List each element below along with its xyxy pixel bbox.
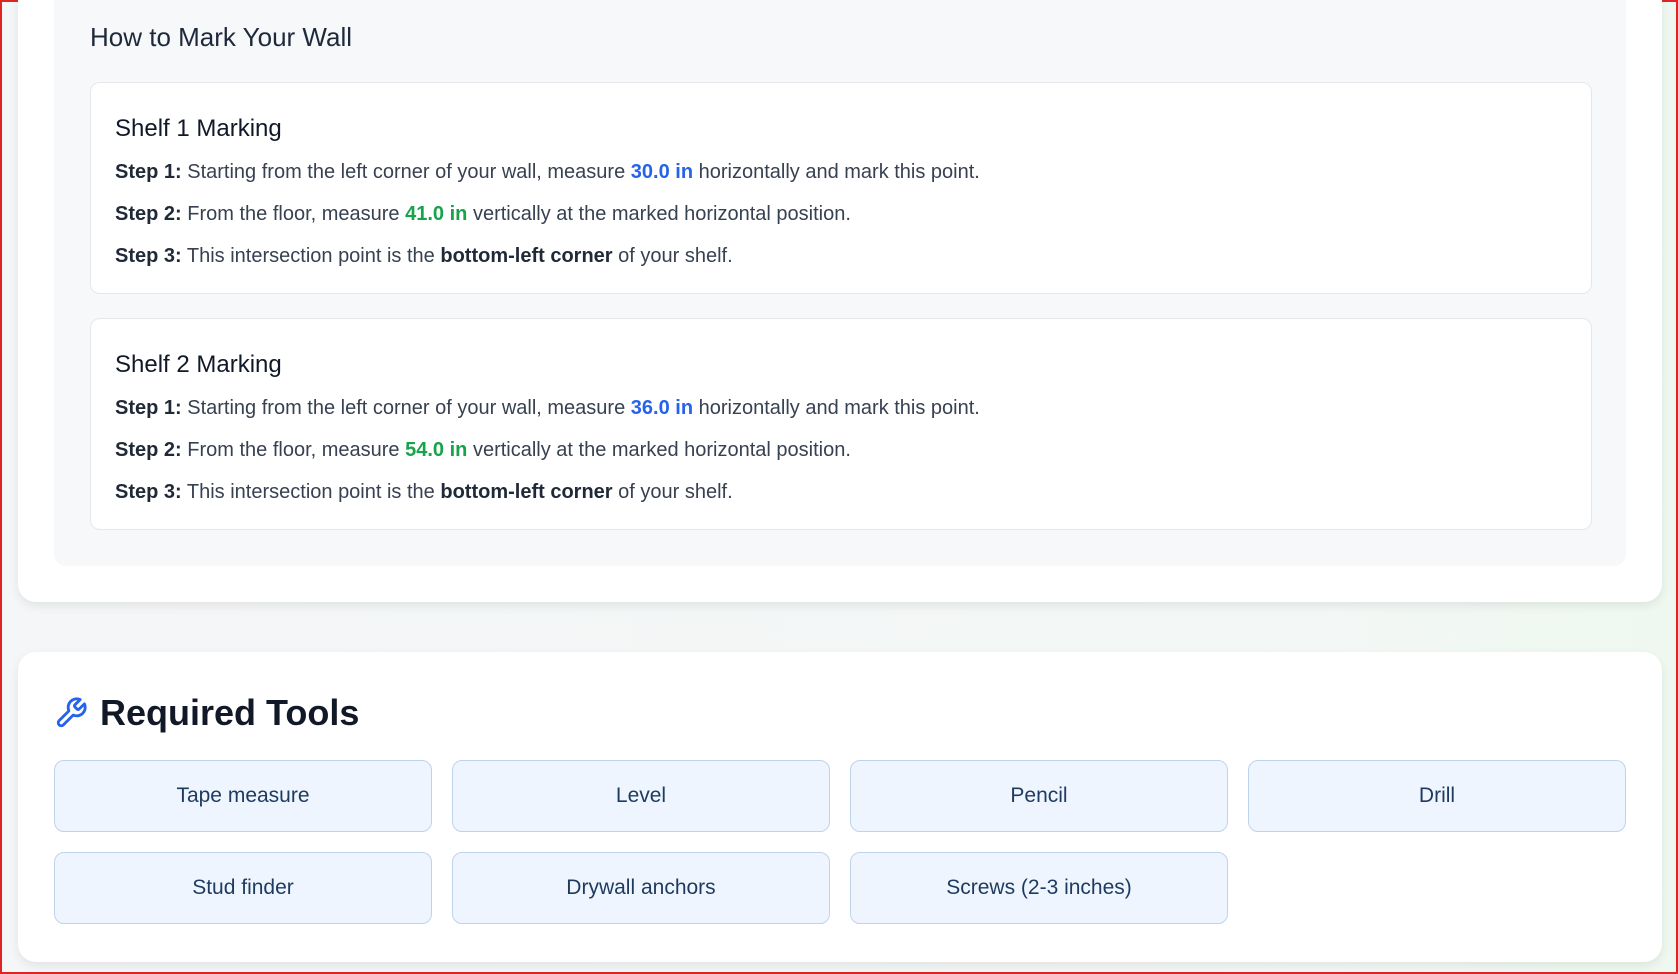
step-label: Step 2: — [115, 439, 182, 461]
horizontal-measurement: 30.0 in — [630, 161, 694, 183]
tool-pencil[interactable]: Pencil — [850, 760, 1228, 832]
marking-card: How to Mark Your Wall Shelf 1 Marking St… — [18, 0, 1662, 602]
tools-header: Required Tools — [54, 692, 359, 734]
step-1: Step 1: Starting from the left corner of… — [115, 397, 980, 420]
step-label: Step 3: — [115, 245, 182, 267]
step-text: horizontally and mark this point. — [698, 161, 980, 183]
tool-stud-finder[interactable]: Stud finder — [54, 852, 432, 924]
step-label: Step 1: — [115, 397, 182, 419]
shelf-title: Shelf 2 Marking — [115, 351, 282, 378]
step-text: horizontally and mark this point. — [698, 397, 980, 419]
shelf-title: Shelf 1 Marking — [115, 115, 282, 142]
step-label: Step 3: — [115, 481, 182, 503]
corner-emphasis: bottom-left corner — [440, 245, 613, 267]
step-2: Step 2: From the floor, measure 54.0 in … — [115, 439, 851, 462]
step-text: This intersection point is the — [186, 245, 435, 267]
tool-screws[interactable]: Screws (2-3 inches) — [850, 852, 1228, 924]
horizontal-measurement: 36.0 in — [630, 397, 694, 419]
shelf-2-marking: Shelf 2 Marking Step 1: Starting from th… — [90, 318, 1592, 530]
step-text: of your shelf. — [618, 245, 733, 267]
step-text: of your shelf. — [618, 481, 733, 503]
step-2: Step 2: From the floor, measure 41.0 in … — [115, 203, 851, 226]
tools-title: Required Tools — [100, 692, 360, 733]
required-tools-card: Required Tools Tape measure Level Pencil… — [18, 652, 1662, 962]
tool-level[interactable]: Level — [452, 760, 830, 832]
step-text: vertically at the marked horizontal posi… — [472, 439, 851, 461]
step-text: This intersection point is the — [186, 481, 435, 503]
step-text: From the floor, measure — [187, 203, 400, 225]
step-text: vertically at the marked horizontal posi… — [472, 203, 851, 225]
step-3: Step 3: This intersection point is the b… — [115, 481, 733, 504]
wrench-icon — [56, 697, 87, 728]
step-3: Step 3: This intersection point is the b… — [115, 245, 733, 268]
vertical-measurement: 54.0 in — [405, 439, 468, 461]
step-label: Step 2: — [115, 203, 182, 225]
step-1: Step 1: Starting from the left corner of… — [115, 161, 980, 184]
shelf-1-marking: Shelf 1 Marking Step 1: Starting from th… — [90, 82, 1592, 294]
step-text: Starting from the left corner of your wa… — [187, 161, 626, 183]
marking-panel: How to Mark Your Wall Shelf 1 Marking St… — [54, 0, 1626, 566]
marking-title: How to Mark Your Wall — [90, 22, 353, 52]
tool-tape-measure[interactable]: Tape measure — [54, 760, 432, 832]
corner-emphasis: bottom-left corner — [440, 481, 613, 503]
step-text: Starting from the left corner of your wa… — [187, 397, 626, 419]
tool-drill[interactable]: Drill — [1248, 760, 1626, 832]
tool-drywall-anchors[interactable]: Drywall anchors — [452, 852, 830, 924]
step-label: Step 1: — [115, 161, 182, 183]
vertical-measurement: 41.0 in — [405, 203, 468, 225]
step-text: From the floor, measure — [187, 439, 400, 461]
